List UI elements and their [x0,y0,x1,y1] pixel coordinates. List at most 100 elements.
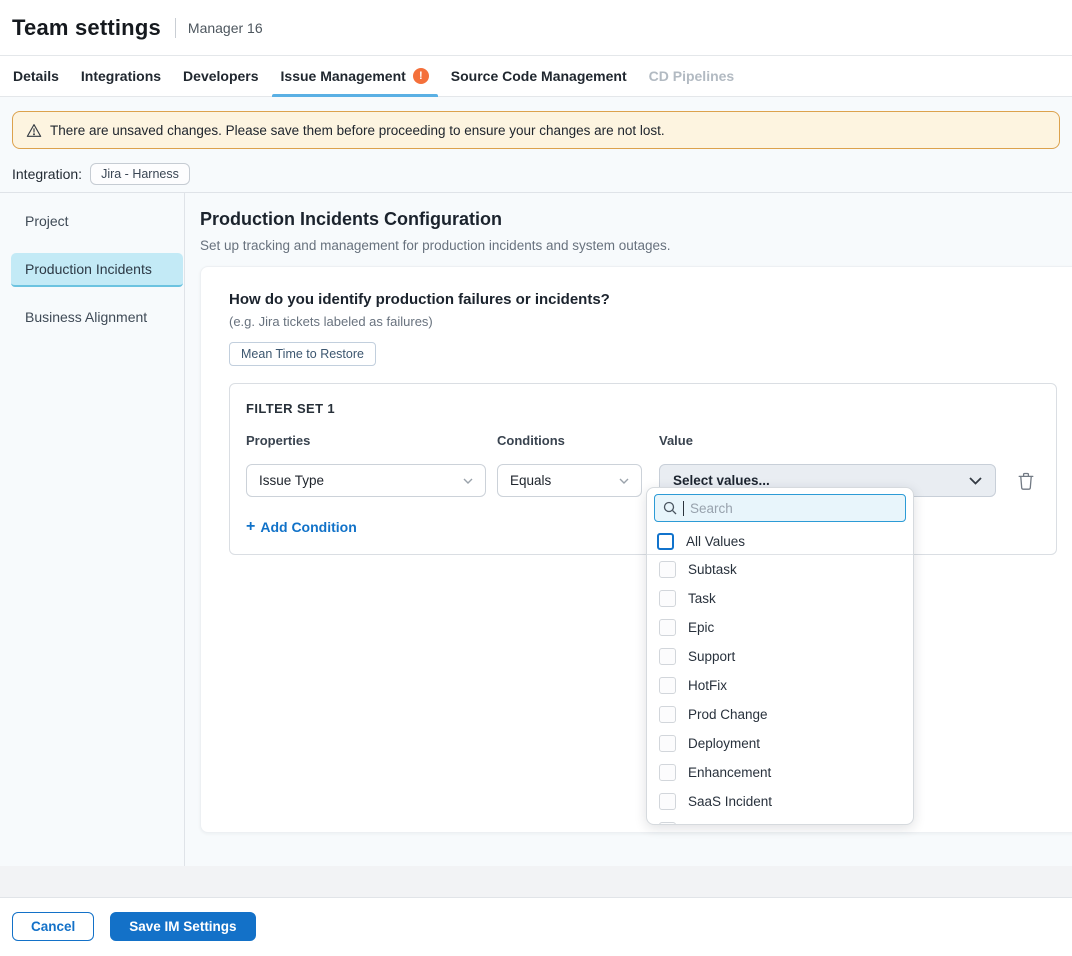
option-deployment[interactable]: Deployment [647,729,913,758]
option-label: Customer Notification [688,823,817,825]
option-label: Subtask [688,562,737,577]
save-im-settings-button[interactable]: Save IM Settings [110,912,255,941]
option-label: Task [688,591,716,606]
option-all-values[interactable]: All Values [647,528,913,555]
checkbox[interactable] [659,677,676,694]
chevron-down-icon [463,478,473,484]
option-label: HotFix [688,678,727,693]
search-placeholder: Search [690,501,733,516]
option-label: SaaS Incident [688,794,772,809]
sidebar-item-production-incidents[interactable]: Production Incidents [11,253,183,287]
title-divider [175,18,176,38]
checkbox[interactable] [659,706,676,723]
sidebar-item-label: Production Incidents [25,261,152,277]
option-label: All Values [686,534,745,549]
main-content: Production Incidents Configuration Set u… [185,193,1072,866]
banner-message: There are unsaved changes. Please save t… [50,123,665,138]
condition-select[interactable]: Equals [497,464,642,497]
metric-chip-mttr[interactable]: Mean Time to Restore [229,342,376,366]
add-condition-label: Add Condition [260,519,356,535]
checkbox[interactable] [659,619,676,636]
dropdown-search-wrap: Search [647,488,913,528]
tab-label: Issue Management [281,68,406,84]
sidebar-item-label: Business Alignment [25,309,147,325]
option-label: Epic [688,620,714,635]
option-label: Deployment [688,736,760,751]
unsaved-alert-badge: ! [413,68,429,84]
chevron-down-icon [969,477,982,485]
warning-triangle-icon [26,123,42,138]
option-label: Support [688,649,735,664]
unsaved-changes-banner: There are unsaved changes. Please save t… [12,111,1060,149]
tab-label: Developers [183,68,258,84]
value-dropdown-panel: Search All Values Subtask Task Epic Supp… [646,487,914,825]
option-prod-change[interactable]: Prod Change [647,700,913,729]
sidebar-item-project[interactable]: Project [11,205,183,239]
tab-source-code-management[interactable]: Source Code Management [440,56,638,96]
sidebar-item-business-alignment[interactable]: Business Alignment [11,301,183,335]
checkbox[interactable] [659,822,676,825]
checkbox[interactable] [659,590,676,607]
page-header: Team settings Manager 16 [0,0,1072,56]
filter-set-1: FILTER SET 1 Properties Conditions Value… [229,383,1057,555]
property-select-value: Issue Type [259,473,324,488]
question-hint: (e.g. Jira tickets labeled as failures) [229,314,1057,329]
tab-developers[interactable]: Developers [172,56,269,96]
option-enhancement[interactable]: Enhancement [647,758,913,787]
filter-column-headers: Properties Conditions Value [246,433,1040,448]
column-label-properties: Properties [246,433,497,448]
integration-label: Integration: [12,166,82,182]
notice-area: There are unsaved changes. Please save t… [0,97,1072,193]
cancel-button[interactable]: Cancel [12,912,94,941]
property-select[interactable]: Issue Type [246,464,486,497]
action-footer: Cancel Save IM Settings [0,898,1072,956]
integration-row: Integration: Jira - Harness [12,163,1060,185]
section-sidebar: Project Production Incidents Business Al… [0,193,185,866]
search-icon [663,501,677,515]
footer-spacer-band [0,866,1072,898]
tab-label: Integrations [81,68,161,84]
option-customer-notification[interactable]: Customer Notification [647,816,913,825]
incidents-config-card: How do you identify production failures … [200,266,1072,833]
chevron-down-icon [619,478,629,484]
checkbox[interactable] [659,764,676,781]
team-name-label: Manager 16 [188,20,263,36]
checkbox[interactable] [659,648,676,665]
text-cursor [683,501,684,516]
section-title: Production Incidents Configuration [200,209,1072,230]
add-condition-button[interactable]: + Add Condition [246,518,357,536]
value-multiselect-placeholder: Select values... [673,473,770,488]
tab-label: Source Code Management [451,68,627,84]
column-label-value: Value [659,433,1016,448]
tab-details[interactable]: Details [2,56,70,96]
checkbox[interactable] [659,561,676,578]
condition-select-value: Equals [510,473,551,488]
team-settings-page: Team settings Manager 16 Details Integra… [0,0,1072,956]
tab-cd-pipelines: CD Pipelines [638,56,746,96]
option-label: Prod Change [688,707,768,722]
tab-issue-management[interactable]: Issue Management ! [270,56,440,96]
checkbox[interactable] [659,735,676,752]
trash-icon [1018,472,1034,490]
filter-set-title: FILTER SET 1 [246,401,1040,416]
filter-condition-row: Issue Type Equals Select v [246,464,1040,497]
delete-condition-button[interactable] [1016,470,1040,492]
option-label: Enhancement [688,765,771,780]
tab-label: CD Pipelines [649,68,735,84]
option-saas-incident[interactable]: SaaS Incident [647,787,913,816]
option-task[interactable]: Task [647,584,913,613]
page-title: Team settings [12,15,161,41]
question-heading: How do you identify production failures … [229,291,1057,308]
option-epic[interactable]: Epic [647,613,913,642]
sidebar-item-label: Project [25,213,69,229]
tab-integrations[interactable]: Integrations [70,56,172,96]
checkbox-all-values[interactable] [657,533,674,550]
option-support[interactable]: Support [647,642,913,671]
section-subtitle: Set up tracking and management for produ… [200,238,1072,253]
checkbox[interactable] [659,793,676,810]
integration-chip[interactable]: Jira - Harness [90,163,190,185]
dropdown-search-input[interactable]: Search [654,494,906,522]
option-subtask[interactable]: Subtask [647,555,913,584]
settings-tab-bar: Details Integrations Developers Issue Ma… [0,56,1072,97]
option-hotfix[interactable]: HotFix [647,671,913,700]
